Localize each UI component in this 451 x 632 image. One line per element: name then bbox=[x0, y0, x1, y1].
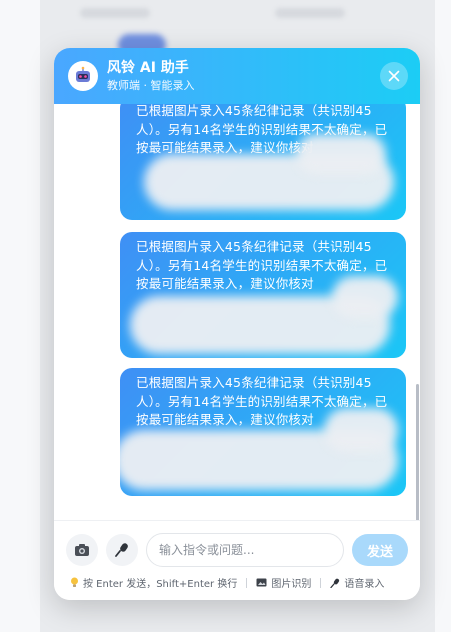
message-list[interactable]: 已根据图片录入45条纪律记录（共识别45人）。另有14名学生的识别结果不太确定，… bbox=[54, 104, 420, 520]
composer-hints: 按 Enter 发送，Shift+Enter 换行 图片识别 语音录入 bbox=[54, 567, 420, 590]
redacted-region bbox=[296, 134, 386, 174]
composer: 发送 按 Enter 发送，Shift+Enter 换行 bbox=[54, 520, 420, 600]
close-icon bbox=[388, 70, 400, 82]
hint-voice: 语音录入 bbox=[344, 579, 385, 590]
assistant-message: 已根据图片录入45条纪律记录（共识别45人）。另有14名学生的识别结果不太确定，… bbox=[120, 232, 406, 358]
hint-image: 图片识别 bbox=[271, 579, 312, 590]
assistant-title: 风铃 AI 助手 bbox=[107, 60, 189, 76]
microphone-icon bbox=[115, 543, 128, 557]
assistant-message: 已根据图片录入45条纪律记录（共识别45人）。另有14名学生的识别结果不太确定，… bbox=[120, 368, 406, 496]
page-margin-left bbox=[0, 0, 40, 632]
image-icon bbox=[256, 578, 267, 587]
camera-button[interactable] bbox=[66, 534, 98, 566]
dialog-header: 风铃 AI 助手 教师端 · 智能录入 bbox=[54, 48, 420, 104]
lightbulb-icon bbox=[70, 577, 79, 588]
assistant-subtitle: 教师端 · 智能录入 bbox=[107, 79, 195, 92]
send-button[interactable]: 发送 bbox=[352, 534, 408, 566]
close-button[interactable] bbox=[380, 62, 408, 90]
message-scrollbar[interactable] bbox=[416, 384, 419, 520]
robot-icon bbox=[68, 61, 98, 91]
microphone-icon bbox=[330, 578, 340, 588]
message-input[interactable] bbox=[146, 533, 344, 567]
microphone-button[interactable] bbox=[106, 534, 138, 566]
background-blur-text bbox=[275, 8, 345, 18]
camera-icon bbox=[75, 544, 89, 556]
page-margin-right bbox=[435, 0, 451, 632]
redacted-region bbox=[332, 276, 398, 318]
background-blur-text bbox=[80, 8, 150, 18]
hint-divider bbox=[246, 577, 248, 588]
ai-assistant-dialog: 风铃 AI 助手 教师端 · 智能录入 已根据图片录入45条纪律记录（共识别45… bbox=[54, 48, 420, 600]
hint-enter: 按 Enter 发送，Shift+Enter 换行 bbox=[83, 579, 238, 590]
redacted-region bbox=[324, 408, 398, 452]
hint-divider bbox=[320, 577, 322, 588]
assistant-message: 已根据图片录入45条纪律记录（共识别45人）。另有14名学生的识别结果不太确定，… bbox=[120, 104, 406, 220]
